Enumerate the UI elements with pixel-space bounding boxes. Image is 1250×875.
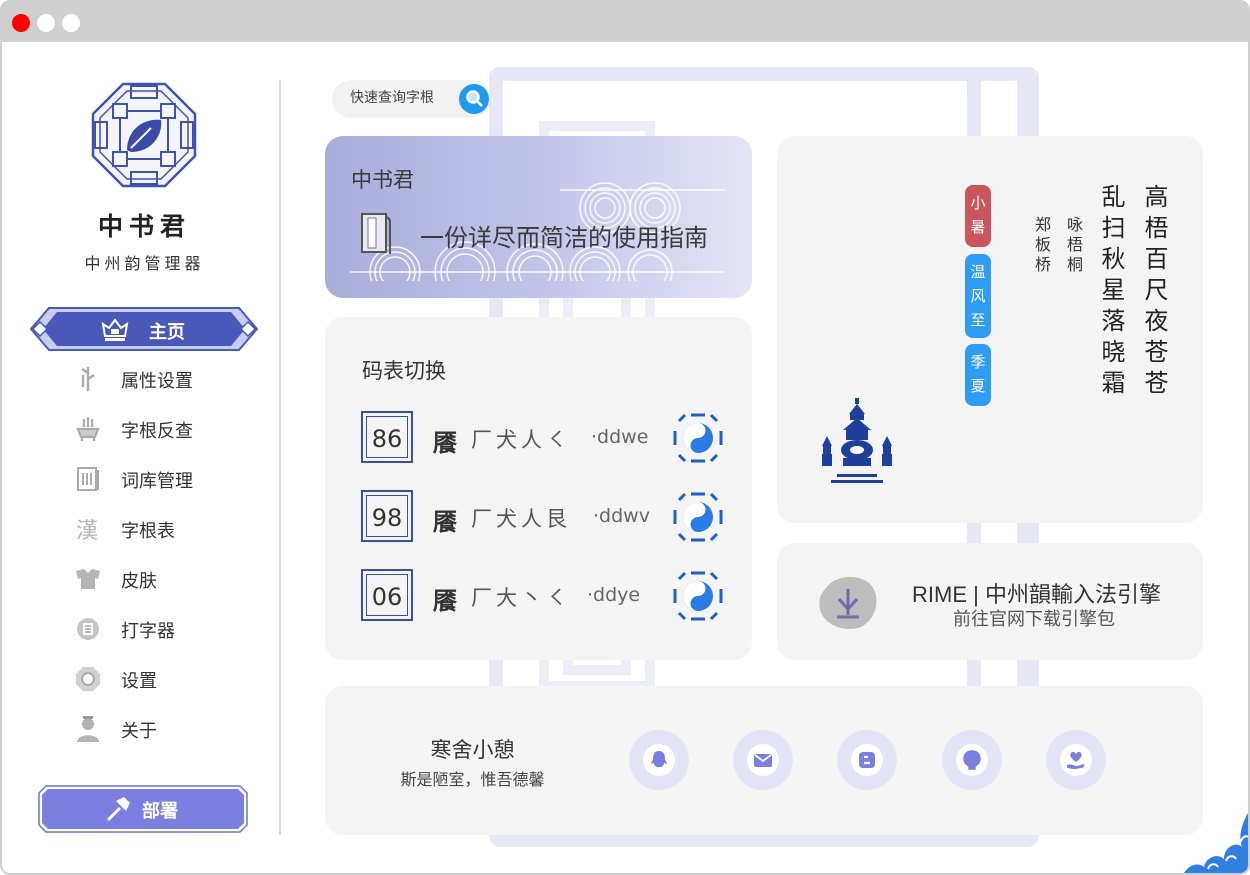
sidebar-item-label: 词库管理 — [121, 471, 193, 492]
glyph-code: ·ddye — [587, 584, 641, 606]
robe-icon — [76, 569, 100, 589]
close-button[interactable] — [12, 14, 30, 32]
svg-text:漢: 漢 — [76, 519, 98, 543]
sidebar-item-label: 主页 — [149, 322, 185, 343]
han-character-icon: 漢 — [76, 519, 98, 543]
glyph-code: ·ddwv — [593, 505, 650, 527]
settings-icon — [76, 667, 100, 691]
poem-card: 小暑 温风至 季夏 郑板桥 咏梧桐 乱扫秋星落晓霜 高梧百尺夜苍苍 — [777, 136, 1203, 523]
bamboo-icon — [81, 367, 95, 391]
sidebar-item-about[interactable]: 关于 — [72, 711, 272, 747]
sidebar-item-root-table[interactable]: 漢 字根表 — [72, 511, 272, 547]
schema-row-98[interactable]: 98 餍 厂犬人艮 ·ddwv — [361, 490, 731, 544]
search-icon — [466, 90, 483, 107]
guide-title: 中书君 — [351, 168, 414, 192]
blog-link[interactable] — [837, 730, 897, 790]
schema-version-badge: 86 — [361, 411, 413, 463]
schema-version-badge: 98 — [361, 490, 413, 542]
title-bar — [2, 2, 1248, 42]
sidebar-item-root-lookup[interactable]: 字根反查 — [72, 411, 272, 447]
github-link[interactable] — [942, 730, 1002, 790]
guide-banner[interactable]: 中书君 一份详尽而简洁的使用指南 — [325, 136, 752, 298]
app-window: 中书君 中州韵管理器 主页 属性设置 字根反查 词库管理 漢 字根表 皮肤 打字… — [0, 0, 1250, 875]
sample-glyph: 餍 — [433, 587, 457, 615]
schema-switch-card: 码表切换 86 餍 厂犬人㇛ ·ddwe 98 餍 厂犬人艮 ·ddwv 06 … — [325, 317, 752, 660]
sidebar-item-label: 字根表 — [121, 521, 175, 542]
sidebar-item-home[interactable]: 主页 — [29, 306, 259, 352]
crown-icon — [101, 318, 129, 341]
rime-download-card[interactable]: RIME | 中州韻輸入法引擎 前往官网下载引擎包 — [777, 543, 1203, 660]
typewriter-icon — [77, 618, 99, 640]
sidebar-item-properties[interactable]: 属性设置 — [72, 361, 272, 397]
taiji-icon[interactable] — [671, 490, 725, 544]
mail-icon — [754, 754, 772, 767]
glyph-roots: 厂犬人㇛ — [471, 428, 571, 452]
schema-version-badge: 06 — [361, 569, 413, 621]
pagoda-icon — [822, 398, 892, 483]
seal-season: 小暑 — [965, 185, 991, 247]
heart-hand-icon — [1067, 751, 1085, 769]
donate-link[interactable] — [1046, 730, 1106, 790]
glyph-roots: 厂大丶㇛ — [471, 586, 571, 610]
github-icon — [963, 750, 981, 770]
sample-glyph: 餍 — [433, 429, 457, 457]
blogger-icon — [859, 752, 875, 768]
contact-title: 寒舍小憩 — [430, 738, 515, 762]
rime-download-link[interactable]: 前往官网下载引擎包 — [953, 605, 1115, 631]
search-input[interactable] — [350, 89, 470, 105]
taiji-icon[interactable] — [671, 411, 725, 465]
home-tab-frame — [29, 307, 259, 351]
deploy-button-label: 部署 — [142, 801, 178, 822]
schema-version: 06 — [371, 583, 403, 611]
app-name: 中书君 — [97, 212, 191, 241]
app-logo-icon — [91, 82, 197, 188]
contact-motto: 斯是陋室，惟吾德馨 — [400, 770, 545, 789]
email-link[interactable] — [733, 730, 793, 790]
sidebar-item-label: 关于 — [121, 721, 157, 742]
search-bar — [332, 80, 490, 118]
contact-card: 寒舍小憩 斯是陋室，惟吾德馨 — [325, 686, 1203, 835]
poem-author: 郑板桥 — [1032, 216, 1051, 276]
sidebar-divider — [279, 80, 281, 835]
search-button[interactable] — [459, 84, 489, 114]
sidebar-item-label: 属性设置 — [121, 371, 193, 392]
guide-subtitle: 一份详尽而简洁的使用指南 — [420, 224, 708, 252]
schema-version: 86 — [371, 425, 403, 453]
sidebar-item-typewriter[interactable]: 打字器 — [72, 611, 272, 647]
sidebar-item-label: 字根反查 — [121, 421, 193, 442]
seal-phenology: 温风至 — [965, 254, 991, 338]
rime-logo-icon — [819, 576, 877, 629]
sidebar-item-label: 皮肤 — [121, 571, 157, 592]
hammer-icon — [106, 797, 130, 822]
schema-row-06[interactable]: 06 餍 厂大丶㇛ ·ddye — [361, 569, 731, 623]
poem-title: 咏梧桐 — [1064, 216, 1083, 276]
sidebar-item-dictionary[interactable]: 词库管理 — [72, 461, 272, 497]
maximize-button[interactable] — [62, 14, 80, 32]
sidebar-item-label: 打字器 — [121, 621, 175, 642]
seal-period: 季夏 — [965, 344, 991, 406]
schema-title: 码表切换 — [362, 359, 446, 383]
deploy-button[interactable]: 部署 — [38, 785, 248, 833]
qq-link[interactable] — [629, 730, 689, 790]
poem-line-2: 乱扫秋星落晓霜 — [1097, 184, 1125, 401]
poem-line-1: 高梧百尺夜苍苍 — [1140, 184, 1168, 401]
cloud-corner-decoration — [1184, 813, 1248, 873]
person-icon — [77, 716, 99, 742]
glyph-roots: 厂犬人艮 — [471, 507, 571, 531]
sidebar-item-skin[interactable]: 皮肤 — [72, 561, 272, 597]
schema-version: 98 — [371, 504, 403, 532]
sample-glyph: 餍 — [433, 508, 457, 536]
sidebar-item-settings[interactable]: 设置 — [72, 661, 272, 697]
schema-row-86[interactable]: 86 餍 厂犬人㇛ ·ddwe — [361, 411, 731, 465]
incense-burner-icon — [76, 417, 100, 441]
minimize-button[interactable] — [37, 14, 55, 32]
app-subtitle: 中州韵管理器 — [84, 254, 205, 273]
sidebar-item-label: 设置 — [121, 671, 157, 692]
book-icon — [361, 213, 391, 254]
taiji-icon[interactable] — [671, 569, 725, 623]
glyph-code: ·ddwe — [591, 426, 649, 448]
scroll-icon — [77, 467, 99, 491]
qq-icon — [651, 751, 667, 767]
